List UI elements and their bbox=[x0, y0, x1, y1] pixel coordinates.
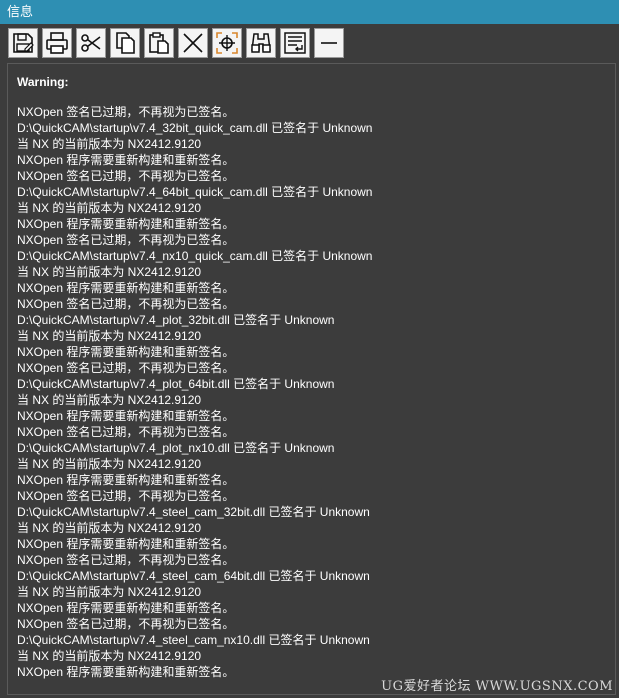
message-line: NXOpen 签名已过期，不再视为已签名。 bbox=[17, 233, 235, 247]
message-line: 当 NX 的当前版本为 NX2412.9120 bbox=[17, 393, 202, 407]
toolbar bbox=[0, 24, 619, 62]
message-line: D:\QuickCAM\startup\v7.4_steel_cam_nx10.… bbox=[17, 633, 370, 647]
find-button[interactable] bbox=[246, 28, 276, 58]
message-line: D:\QuickCAM\startup\v7.4_plot_64bit.dll … bbox=[17, 377, 335, 391]
copy-icon bbox=[116, 32, 135, 54]
clear-icon bbox=[183, 33, 203, 53]
target-icon bbox=[216, 32, 238, 54]
window-titlebar[interactable]: 信息 bbox=[0, 0, 619, 24]
message-panel[interactable]: Warning: NXOpen 签名已过期，不再视为已签名。 D:\QuickCA… bbox=[7, 63, 616, 695]
message-line: NXOpen 签名已过期，不再视为已签名。 bbox=[17, 297, 235, 311]
minimize-icon bbox=[321, 42, 337, 44]
wrap-text-icon bbox=[284, 32, 306, 54]
message-line: 当 NX 的当前版本为 NX2412.9120 bbox=[17, 201, 202, 215]
cut-button[interactable] bbox=[76, 28, 106, 58]
watermark: UG爱好者论坛 WWW.UGSNX.COM bbox=[381, 679, 613, 694]
paste-button[interactable] bbox=[144, 28, 174, 58]
binoculars-icon bbox=[251, 33, 271, 53]
message-line: NXOpen 签名已过期，不再视为已签名。 bbox=[17, 361, 235, 375]
message-line: NXOpen 程序需要重新构建和重新签名。 bbox=[17, 601, 235, 615]
message-line: NXOpen 签名已过期，不再视为已签名。 bbox=[17, 425, 235, 439]
wrap-text-button[interactable] bbox=[280, 28, 310, 58]
copy-button[interactable] bbox=[110, 28, 140, 58]
save-button[interactable] bbox=[8, 28, 38, 58]
message-line: 当 NX 的当前版本为 NX2412.9120 bbox=[17, 457, 202, 471]
message-line: 当 NX 的当前版本为 NX2412.9120 bbox=[17, 585, 202, 599]
paste-icon bbox=[149, 32, 169, 54]
message-line: 当 NX 的当前版本为 NX2412.9120 bbox=[17, 137, 202, 151]
print-icon bbox=[46, 32, 68, 54]
warning-heading: Warning: bbox=[17, 75, 69, 89]
message-line: NXOpen 程序需要重新构建和重新签名。 bbox=[17, 153, 235, 167]
message-line: D:\QuickCAM\startup\v7.4_plot_nx10.dll 已… bbox=[17, 441, 335, 455]
message-line: NXOpen 程序需要重新构建和重新签名。 bbox=[17, 537, 235, 551]
save-icon bbox=[13, 33, 34, 53]
message-line: D:\QuickCAM\startup\v7.4_steel_cam_64bit… bbox=[17, 569, 370, 583]
message-line: 当 NX 的当前版本为 NX2412.9120 bbox=[17, 329, 202, 343]
message-line: D:\QuickCAM\startup\v7.4_steel_cam_32bit… bbox=[17, 505, 370, 519]
cut-icon bbox=[81, 34, 101, 52]
locate-button[interactable] bbox=[212, 28, 242, 58]
message-line: NXOpen 签名已过期，不再视为已签名。 bbox=[17, 617, 235, 631]
collapse-button[interactable] bbox=[314, 28, 344, 58]
message-line: D:\QuickCAM\startup\v7.4_32bit_quick_cam… bbox=[17, 121, 373, 135]
message-line: NXOpen 签名已过期，不再视为已签名。 bbox=[17, 105, 235, 119]
message-line: 当 NX 的当前版本为 NX2412.9120 bbox=[17, 649, 202, 663]
message-line: 当 NX 的当前版本为 NX2412.9120 bbox=[17, 521, 202, 535]
message-line: D:\QuickCAM\startup\v7.4_plot_32bit.dll … bbox=[17, 313, 335, 327]
message-line: NXOpen 程序需要重新构建和重新签名。 bbox=[17, 281, 235, 295]
message-line: NXOpen 程序需要重新构建和重新签名。 bbox=[17, 473, 235, 487]
message-line: NXOpen 签名已过期，不再视为已签名。 bbox=[17, 169, 235, 183]
message-line: D:\QuickCAM\startup\v7.4_nx10_quick_cam.… bbox=[17, 249, 373, 263]
message-line: 当 NX 的当前版本为 NX2412.9120 bbox=[17, 265, 202, 279]
clear-button[interactable] bbox=[178, 28, 208, 58]
message-line: NXOpen 签名已过期，不再视为已签名。 bbox=[17, 489, 235, 503]
message-line: D:\QuickCAM\startup\v7.4_64bit_quick_cam… bbox=[17, 185, 373, 199]
window-title: 信息 bbox=[7, 4, 34, 19]
message-line: NXOpen 程序需要重新构建和重新签名。 bbox=[17, 217, 235, 231]
message-line: NXOpen 签名已过期，不再视为已签名。 bbox=[17, 553, 235, 567]
info-window: 信息 Warning: NXOpen 签名已过期，不再视为已签名。 D:\Qui… bbox=[0, 0, 619, 698]
message-line: NXOpen 程序需要重新构建和重新签名。 bbox=[17, 345, 235, 359]
message-list: NXOpen 签名已过期，不再视为已签名。 D:\QuickCAM\startup… bbox=[17, 104, 615, 680]
message-line: NXOpen 程序需要重新构建和重新签名。 bbox=[17, 409, 235, 423]
print-button[interactable] bbox=[42, 28, 72, 58]
